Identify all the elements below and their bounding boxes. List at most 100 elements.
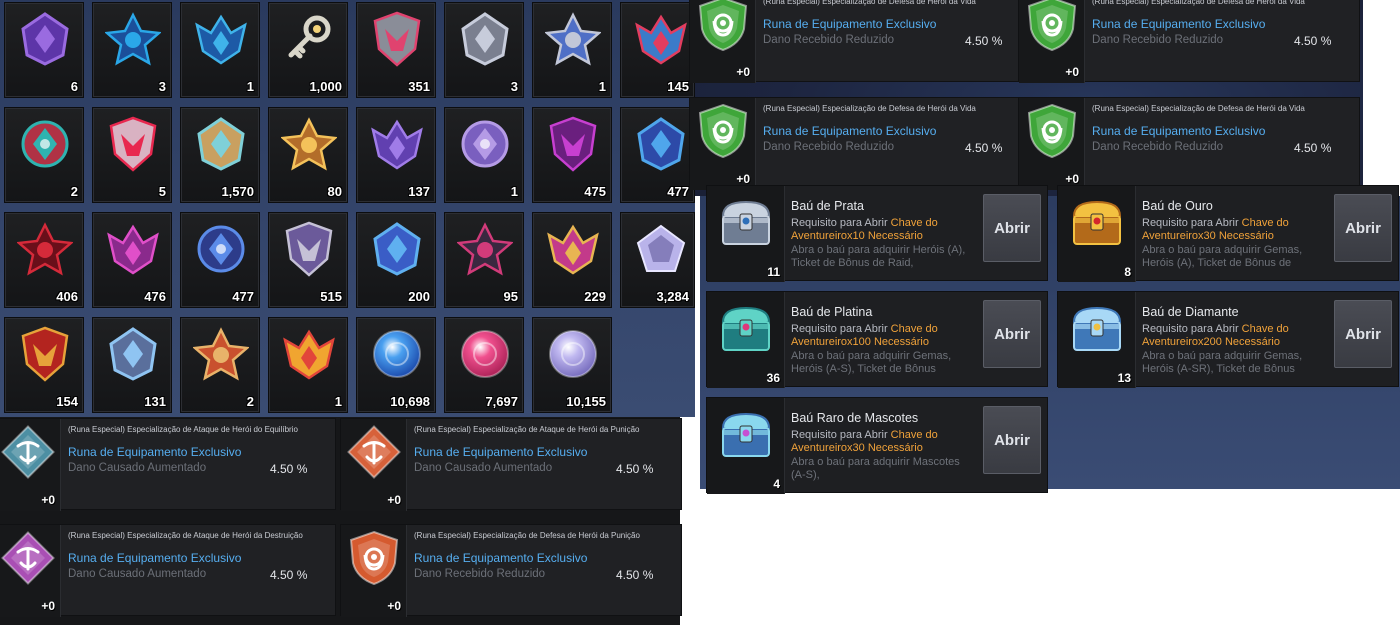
inventory-slot[interactable]: 3: [92, 2, 172, 98]
rune-stat-value: 4.50 %: [616, 462, 654, 476]
inventory-slot[interactable]: 406: [4, 212, 84, 308]
inventory-slot[interactable]: 3,284: [620, 212, 695, 308]
chest-description: Abra o baú para adquirir Gemas, Heróis (…: [1142, 350, 1303, 375]
chest-name: Baú de Prata: [791, 199, 864, 213]
inventory-slot[interactable]: 7,697: [444, 317, 524, 413]
rune-stat-value: 4.50 %: [616, 568, 654, 582]
item-quantity: 200: [408, 289, 430, 304]
rune-card[interactable]: +0 (Runa Especial) Especialização de Ataq…: [0, 418, 336, 511]
inventory-slot[interactable]: 131: [92, 317, 172, 413]
blue-wing-crest-icon: [193, 221, 249, 277]
item-quantity: 406: [56, 289, 78, 304]
lavender-orb-icon: [545, 326, 601, 382]
inventory-slot[interactable]: 515: [268, 212, 348, 308]
rune-card[interactable]: +0 (Runa Especial) Especialização de Defe…: [689, 0, 1031, 83]
inventory-slot[interactable]: 10,155: [532, 317, 612, 413]
red-blue-crest-icon: [633, 11, 689, 67]
inventory-slot[interactable]: 475: [532, 107, 612, 203]
inventory-slot[interactable]: 1,000: [268, 2, 348, 98]
rune-enhance-level: +0: [41, 599, 55, 613]
open-chest-button[interactable]: Abrir: [983, 300, 1041, 368]
inventory-slot[interactable]: 1: [268, 317, 348, 413]
lilac-star-icon: [457, 116, 513, 172]
chest-icon-slot: 13: [1058, 292, 1136, 388]
inventory-slot[interactable]: 80: [268, 107, 348, 203]
item-quantity: 5: [158, 184, 166, 199]
rune-title: Runa de Equipamento Exclusivo: [414, 551, 588, 565]
open-chest-button[interactable]: Abrir: [1334, 300, 1392, 368]
chest-count: 4: [773, 477, 780, 491]
inventory-slot[interactable]: 95: [444, 212, 524, 308]
inventory-grid-panel: 6 3 1 1,000 351 3 1 145 2 5 1,570 80 137 1 475 477 406 47…: [0, 0, 695, 417]
gold-burst-icon: [281, 116, 337, 172]
item-quantity: 229: [584, 289, 606, 304]
gold-red-medal-icon: [17, 326, 73, 382]
dark-pink-orb-icon: [457, 221, 513, 277]
inventory-slot[interactable]: 477: [620, 107, 695, 203]
open-chest-button[interactable]: Abrir: [1334, 194, 1392, 262]
chest-requirement: Requisito para Abrir Chave do Aventureir…: [791, 323, 977, 349]
silver-pink-emblem-icon: [369, 11, 425, 67]
open-chest-button[interactable]: Abrir: [983, 194, 1041, 262]
inventory-slot[interactable]: 1: [180, 2, 260, 98]
chest-card: 36 Baú de Platina Requisito para Abrir Cha…: [706, 291, 1048, 388]
inventory-slot[interactable]: 476: [92, 212, 172, 308]
inventory-slot[interactable]: 351: [356, 2, 436, 98]
pink-crest-icon: [105, 221, 161, 277]
requirement-label: Requisito para Abrir: [791, 323, 888, 335]
red-flame-crest-icon: [281, 326, 337, 382]
inventory-slot[interactable]: 200: [356, 212, 436, 308]
red-eye-crest-icon: [17, 221, 73, 277]
rune-card[interactable]: +0 (Runa Especial) Especialização de Defe…: [1018, 97, 1360, 190]
item-quantity: 80: [327, 184, 342, 199]
rune-title: Runa de Equipamento Exclusivo: [1092, 124, 1266, 138]
item-quantity: 6: [70, 79, 78, 94]
rune-card[interactable]: +0 (Runa Especial) Especialização de Defe…: [689, 97, 1031, 190]
inventory-slot[interactable]: 5: [92, 107, 172, 203]
inventory-slot[interactable]: 1: [444, 107, 524, 203]
gold-pink-crest-icon: [545, 221, 601, 277]
inventory-slot[interactable]: 10,698: [356, 317, 436, 413]
inventory-slot[interactable]: 1,570: [180, 107, 260, 203]
inventory-slot[interactable]: 6: [4, 2, 84, 98]
rune-icon-slot: +0: [1019, 98, 1085, 190]
rune-title: Runa de Equipamento Exclusivo: [763, 124, 937, 138]
rune-card[interactable]: +0 (Runa Especial) Especialização de Ataq…: [0, 524, 336, 617]
inventory-slot[interactable]: 2: [180, 317, 260, 413]
blue-orb-icon: [369, 326, 425, 382]
open-chest-button[interactable]: Abrir: [983, 406, 1041, 474]
item-quantity: 351: [408, 79, 430, 94]
inventory-slot[interactable]: 145: [620, 2, 695, 98]
item-quantity: 475: [584, 184, 606, 199]
rune-specialization: (Runa Especial) Especialização de Defesa…: [1092, 104, 1305, 113]
rune-card[interactable]: +0 (Runa Especial) Especialização de Defe…: [340, 524, 682, 617]
item-quantity: 476: [144, 289, 166, 304]
silver-key-icon: [281, 11, 337, 67]
rune-stat-label: Dano Causado Aumentado: [414, 462, 553, 474]
item-quantity: 1,000: [309, 79, 342, 94]
item-quantity: 3: [510, 79, 518, 94]
item-quantity: 10,155: [566, 394, 606, 409]
inventory-slot[interactable]: 229: [532, 212, 612, 308]
chest-icon-slot: 8: [1058, 186, 1136, 282]
chest-card: 4 Baú Raro de Mascotes Requisito para Abri…: [706, 397, 1048, 494]
inventory-slot[interactable]: 3: [444, 2, 524, 98]
rune-specialization: (Runa Especial) Especialização de Ataque…: [68, 425, 298, 434]
rune-icon-slot: +0: [690, 98, 756, 190]
inventory-slot[interactable]: 154: [4, 317, 84, 413]
inventory-slot[interactable]: 477: [180, 212, 260, 308]
rune-specialization: (Runa Especial) Especialização de Ataque…: [68, 531, 303, 540]
rune-enhance-level: +0: [387, 599, 401, 613]
inventory-slot[interactable]: 1: [532, 2, 612, 98]
item-quantity: 10,698: [390, 394, 430, 409]
rune-icon-slot: +0: [1019, 0, 1085, 83]
requirement-label: Requisito para Abrir: [1142, 217, 1239, 229]
rune-card[interactable]: +0 (Runa Especial) Especialização de Ataq…: [340, 418, 682, 511]
inventory-slot[interactable]: 2: [4, 107, 84, 203]
chest-name: Baú Raro de Mascotes: [791, 411, 919, 425]
chest-name: Baú de Platina: [791, 305, 873, 319]
rune-card[interactable]: +0 (Runa Especial) Especialização de Defe…: [1018, 0, 1360, 83]
item-quantity: 2: [246, 394, 254, 409]
inventory-slot[interactable]: 137: [356, 107, 436, 203]
requirement-label: Requisito para Abrir: [1142, 323, 1239, 335]
